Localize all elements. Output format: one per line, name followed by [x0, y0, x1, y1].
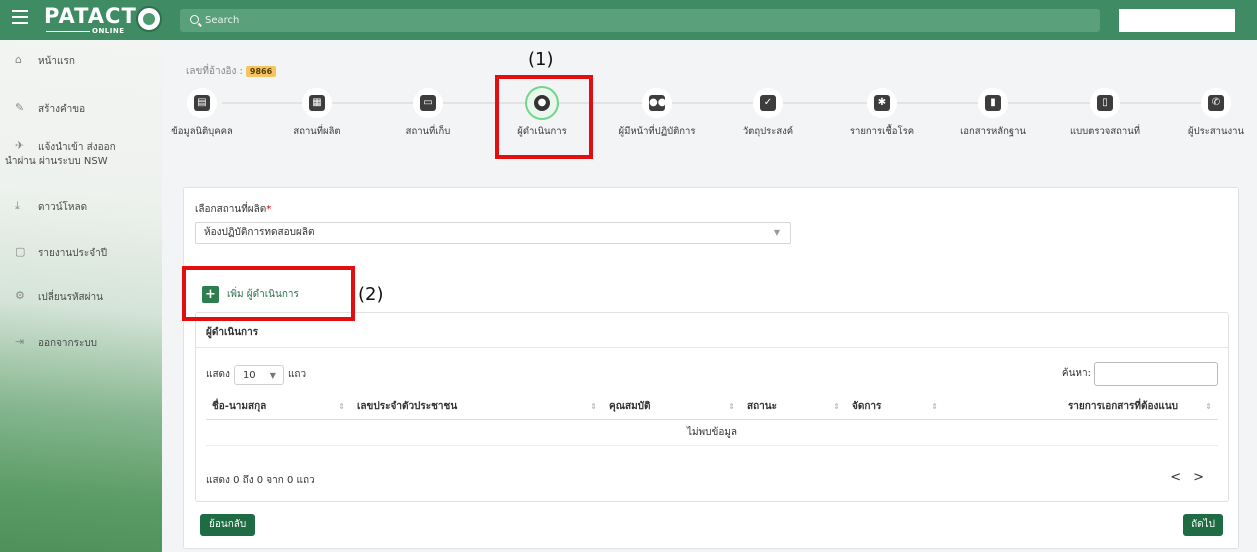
search-icon [190, 15, 199, 24]
step-label: ข้อมูลนิติบุคคล [171, 126, 233, 137]
sidebar-item-label: ดาวน์โหลด [38, 202, 88, 213]
sidebar-item-label: รายงานประจำปี [38, 248, 108, 259]
pencil-icon: ✎ [15, 101, 25, 114]
sidebar-item-label: แจ้งนำเข้า ส่งออก [38, 142, 116, 153]
step-circle: ▭ [413, 88, 443, 118]
annotation-label-2: (2) [358, 284, 384, 305]
step-circle: ✆ [1201, 88, 1231, 118]
form-card: เลือกสถานที่ผลิต* ห้องปฏิบัติการทดสอบผลิ… [183, 187, 1239, 549]
step-circle: ▤ [187, 88, 217, 118]
sort-icon: ⇕ [931, 402, 938, 411]
table-search-input[interactable] [1094, 362, 1218, 386]
column-header[interactable]: คุณสมบัติ ⇕ [603, 395, 741, 420]
user-box[interactable] [1119, 9, 1235, 32]
annotation-label-1: (1) [528, 49, 554, 70]
clipboard-icon: ▯ [1097, 95, 1113, 111]
sidebar-item-label: เปลี่ยนรหัสผ่าน [38, 292, 103, 303]
pager: <> [1170, 470, 1216, 485]
step-label: เอกสารหลักฐาน [960, 126, 1026, 137]
page-length-select[interactable]: 10 ▼ [233, 365, 284, 385]
gears-icon: ⚙ [15, 289, 25, 302]
annotation-box-2 [182, 266, 355, 321]
step-circle: ✓ [753, 88, 783, 118]
wizard-step[interactable]: ▯ แบบตรวจสถานที่ [1050, 88, 1160, 139]
step-circle: ✱ [867, 88, 897, 118]
next-button[interactable]: ถัดไป [1183, 514, 1223, 536]
wizard-step[interactable]: ✆ ผู้ประสานงาน [1161, 88, 1257, 139]
sort-icon: ⇕ [338, 402, 345, 411]
download-icon: ⤓ [15, 199, 20, 212]
step-circle: ▦ [302, 88, 332, 118]
emblem-icon [136, 6, 162, 32]
id-card-icon: ▤ [194, 95, 210, 111]
main-content: เลขที่อ้างอิง :9866 ▤ ข้อมูลนิติบุคคล ▦ สถา… [162, 40, 1257, 552]
back-button[interactable]: ย้อนกลับ [200, 514, 256, 536]
logo[interactable]: PATACT ONLINE [44, 5, 162, 35]
menu-icon[interactable] [12, 10, 28, 24]
sidebar-item-label: ออกจากระบบ [38, 338, 98, 349]
step-circle: ▮ [978, 88, 1008, 118]
file-icon: ▮ [985, 95, 1001, 111]
sidebar-item-label: สร้างคำขอ [38, 104, 86, 115]
empty-message: ไม่พบข้อมูล [206, 419, 1218, 446]
reference-badge: 9866 [245, 66, 277, 77]
step-label: วัตถุประสงค์ [742, 126, 794, 137]
annotation-box-1 [495, 75, 593, 159]
sort-icon: ⇕ [590, 402, 597, 411]
column-header[interactable]: รายการเอกสารที่ต้องแนบ ⇕ [944, 395, 1218, 420]
search-input[interactable]: Search [180, 9, 1100, 32]
top-bar: PATACT ONLINE Search [0, 0, 1257, 40]
wizard-step[interactable]: ▦ สถานที่ผลิต [262, 88, 372, 139]
sort-icon: ⇕ [728, 402, 735, 411]
sort-icon: ⇕ [1205, 402, 1212, 411]
wizard-step[interactable]: ●● ผู้มีหน้าที่ปฏิบัติการ [602, 88, 712, 139]
panel-title: ผู้ดำเนินการ [206, 327, 259, 338]
sidebar: ⌂ หน้าแรก ✎ สร้างคำขอ ✈ แจ้งนำเข้า ส่งออกนำผ่… [0, 40, 162, 552]
step-circle: ▯ [1090, 88, 1120, 118]
operator-table: ชื่อ-นามสกุล ⇕ เลขประจำตัวประชาชน ⇕ คุณสมบัต… [206, 395, 1218, 446]
wizard-step[interactable]: ✓ วัตถุประสงค์ [713, 88, 823, 139]
page-length: แสดง 10 ▼ แถว [206, 365, 306, 385]
home-icon: ⌂ [15, 53, 22, 66]
column-header[interactable]: เลขประจำตัวประชาชน ⇕ [351, 395, 603, 420]
table-search: ค้นหา: [1062, 362, 1218, 386]
logout-icon: ⇥ [15, 335, 25, 348]
phone-icon: ✆ [1208, 95, 1224, 111]
step-label: ผู้ประสานงาน [1188, 126, 1244, 137]
step-label: สถานที่ผลิต [293, 126, 341, 137]
place-label: เลือกสถานที่ผลิต* [195, 204, 272, 215]
document-icon: ▢ [15, 245, 26, 258]
building-icon: ▦ [309, 95, 325, 111]
sidebar-item-label: หน้าแรก [38, 56, 75, 67]
wizard-step[interactable]: ▮ เอกสารหลักฐาน [938, 88, 1048, 139]
step-label: ผู้มีหน้าที่ปฏิบัติการ [618, 126, 696, 137]
wizard-step[interactable]: ▭ สถานที่เก็บ [373, 88, 483, 139]
caret-down-icon: ▼ [773, 228, 780, 237]
operator-panel: ผู้ดำเนินการ แสดง 10 ▼ แถว ค้นหา: ชื่อ-นามส… [195, 312, 1229, 502]
sidebar-item-label: นำผ่าน ผ่านระบบ NSW [5, 156, 108, 167]
users-icon: ●● [649, 95, 666, 111]
panel-divider [196, 347, 1228, 348]
step-circle: ●● [642, 88, 672, 118]
step-label: รายการเชื้อโรค [849, 126, 915, 137]
wizard-step[interactable]: ✱ รายการเชื้อโรค [827, 88, 937, 139]
step-label: แบบตรวจสถานที่ [1070, 126, 1140, 137]
table-info: แสดง 0 ถึง 0 จาก 0 แถว [206, 475, 315, 486]
column-header[interactable]: สถานะ ⇕ [741, 395, 846, 420]
column-header[interactable]: จัดการ ⇕ [846, 395, 944, 420]
checkbox-icon: ✓ [760, 95, 776, 111]
reference-number: เลขที่อ้างอิง :9866 [186, 64, 277, 79]
column-header[interactable]: ชื่อ-นามสกุล ⇕ [206, 395, 351, 420]
prev-page-button[interactable]: < [1170, 470, 1193, 485]
step-label: สถานที่เก็บ [405, 126, 451, 137]
archive-icon: ▭ [420, 95, 436, 111]
caret-down-icon: ▼ [269, 371, 276, 380]
wizard-step[interactable]: ▤ ข้อมูลนิติบุคคล [147, 88, 257, 139]
place-select[interactable]: ห้องปฏิบัติการทดสอบผลิต ▼ [195, 222, 791, 244]
virus-icon: ✱ [874, 95, 890, 111]
next-page-button[interactable]: > [1193, 470, 1216, 485]
sort-icon: ⇕ [833, 402, 840, 411]
plane-icon: ✈ [15, 139, 25, 152]
